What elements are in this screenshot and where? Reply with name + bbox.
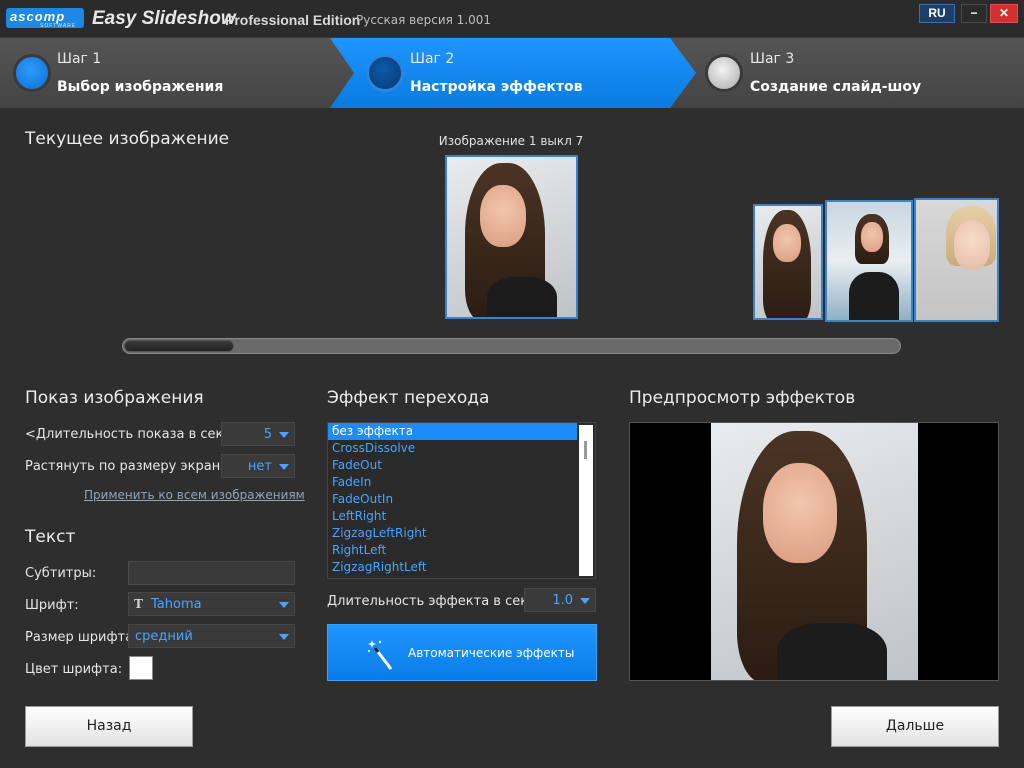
back-button[interactable]: Назад [25,706,193,747]
font-color-label: Цвет шрифта: [25,662,123,677]
transition-heading: Эффект перехода [327,388,490,408]
chevron-down-icon [279,634,289,640]
effects-scroll-thumb[interactable] [584,441,587,459]
step-1-label: Выбор изображения [57,79,224,95]
stretch-label: Растянуть по размеру экрана: [25,459,233,474]
current-image-thumbnail[interactable] [445,155,578,319]
step-1-number: Шаг 1 [57,51,102,67]
effect-list-item[interactable]: CrossDissolve [328,440,595,457]
logo-subtitle: SOFTWARE [40,23,77,29]
effect-duration-select[interactable]: 1.0 [524,588,596,612]
filmstrip-image-1[interactable] [753,204,823,320]
font-color-swatch[interactable] [129,656,153,680]
effect-list-item[interactable]: FadeOutIn [328,491,595,508]
step-1-indicator-icon [13,54,51,92]
effect-duration-label: Длительность эффекта в секунд [327,594,554,609]
apply-all-link[interactable]: Применить ко всем изображениям [84,488,305,502]
app-title: Easy Slideshow [92,8,236,29]
chevron-down-icon [279,602,289,608]
subtitles-input[interactable] [128,561,295,585]
title-bar: ascomp SOFTWARE Easy Slideshow Professio… [0,0,1024,38]
display-heading: Показ изображения [25,388,204,408]
font-size-select[interactable]: средний [128,624,295,648]
step-1[interactable] [0,38,355,108]
chevron-down-icon [580,598,590,604]
font-select[interactable]: T Tahoma [128,592,295,616]
display-duration-select[interactable]: 5 [221,422,295,446]
effect-list-item[interactable]: LeftRight [328,508,595,525]
effect-list-item[interactable]: ZigzagLeftRight [328,525,595,542]
font-icon: T [134,597,143,611]
chevron-down-icon [279,464,289,470]
image-strip-scrollbar[interactable] [122,338,901,354]
image-counter: Изображение 1 выкл 7 [438,134,584,148]
step-3-indicator-icon [705,54,743,92]
step-2-number: Шаг 2 [410,51,455,67]
filmstrip-image-3[interactable] [914,198,999,322]
wizard-steps: Шаг 1 Выбор изображения Шаг 2 Настройка … [0,38,1024,108]
effect-list-item[interactable]: FadeIn [328,474,595,491]
auto-effects-button[interactable]: Автоматические эффекты [327,624,597,681]
preview-image [711,423,918,680]
effect-list-item[interactable]: ZigzagRightLeft [328,559,595,576]
close-button[interactable]: ✕ [990,4,1018,23]
step-3-number: Шаг 3 [750,51,795,67]
filmstrip-image-2[interactable] [825,200,913,322]
scrollbar-thumb[interactable] [124,340,234,352]
subtitles-label: Субтитры: [25,566,97,581]
magic-wand-icon [368,640,393,670]
step-2-indicator-icon [366,54,404,92]
stretch-select[interactable]: нет [221,454,295,478]
effects-list[interactable]: без эффекта CrossDissolve FadeOut FadeIn Fad… [327,422,596,579]
app-version: Русская версия 1.001 [356,13,492,27]
effect-list-item[interactable]: без эффекта [328,423,577,440]
effect-list-item[interactable]: RightLeft [328,542,595,559]
preview-heading: Предпросмотр эффектов [629,388,856,408]
effects-list-scrollbar[interactable] [579,425,593,576]
effect-list-item[interactable]: FadeOut [328,457,595,474]
minimize-button[interactable]: − [961,4,987,23]
current-image-heading: Текущее изображение [25,129,230,149]
next-button[interactable]: Дальше [831,706,999,747]
chevron-down-icon [279,432,289,438]
app-edition: Professional Edition [225,12,361,28]
step-2-label: Настройка эффектов [410,79,583,95]
effects-preview [629,422,999,681]
language-button[interactable]: RU [919,4,955,23]
text-heading: Текст [25,527,76,547]
font-size-label: Размер шрифта: [25,630,138,645]
font-label: Шрифт: [25,598,79,613]
step-3-label: Создание слайд-шоу [750,79,922,95]
display-duration-label: <Длительность показа в секунд [25,427,249,442]
